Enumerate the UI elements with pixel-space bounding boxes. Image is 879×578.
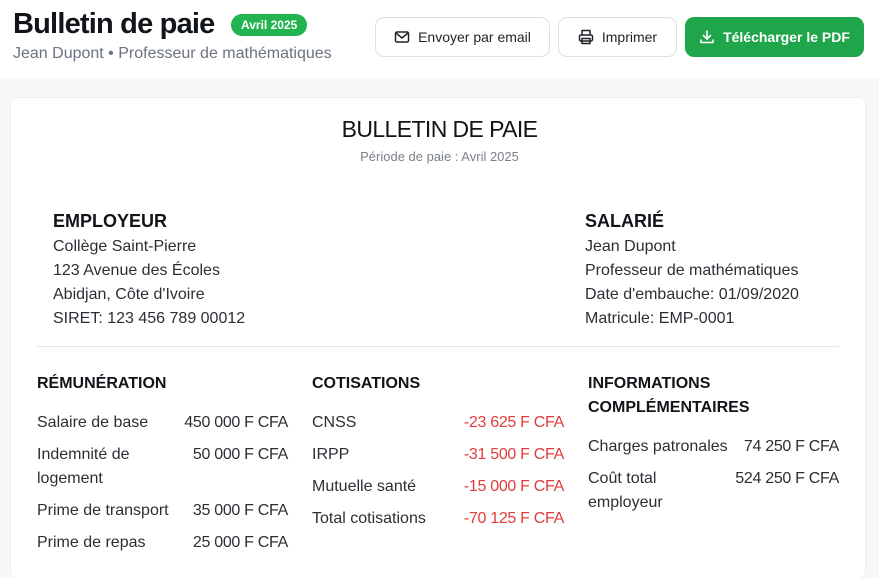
employee-section: SALARIÉ Jean Dupont Professeur de mathém…: [585, 209, 799, 331]
row-label: Salaire de base: [37, 414, 149, 431]
cotisation-row: Total cotisations -70 125 F CFA: [312, 507, 564, 531]
info-row: Charges patronales 74 250 F CFA: [588, 435, 839, 459]
row-value: 450 000 F CFA: [184, 414, 288, 431]
cotisation-row: CNSS -23 625 F CFA: [312, 411, 564, 435]
row-label: Prime de transport: [37, 502, 169, 519]
page-subtitle: Jean Dupont • Professeur de mathématique…: [13, 45, 332, 62]
employer-siret: SIRET: 123 456 789 00012: [53, 310, 246, 327]
remuneration-heading: RÉMUNÉRATION: [37, 375, 167, 392]
remuneration-row: Prime de repas 25 000 F CFA: [37, 531, 288, 555]
download-icon: [699, 29, 715, 45]
row-value: -15 000 F CFA: [463, 478, 564, 495]
employer-heading: EMPLOYEUR: [53, 211, 168, 231]
employee-hire-date: Date d'embauche: 01/09/2020: [585, 286, 799, 303]
employee-id: Matricule: EMP-0001: [585, 310, 735, 327]
remuneration-section: RÉMUNÉRATION: [37, 372, 288, 396]
employee-heading: SALARIÉ: [585, 211, 665, 231]
send-email-label: Envoyer par email: [418, 29, 531, 45]
print-button[interactable]: Imprimer: [558, 17, 677, 57]
employer-name: Collège Saint-Pierre: [53, 238, 197, 255]
remuneration-row: Salaire de base 450 000 F CFA: [37, 411, 288, 435]
cotisations-heading: COTISATIONS: [312, 375, 421, 392]
cotisations-section: COTISATIONS: [312, 372, 564, 396]
row-label: Indemnité de logement: [37, 446, 130, 487]
section-divider: [37, 346, 839, 347]
row-value: 25 000 F CFA: [192, 534, 288, 551]
employer-section: EMPLOYEUR Collège Saint-Pierre 123 Avenu…: [53, 209, 245, 331]
remuneration-row: Prime de transport 35 000 F CFA: [37, 499, 288, 523]
pay-period: Période de paie : Avril 2025: [360, 149, 519, 164]
row-label: Mutuelle santé: [312, 478, 417, 495]
employer-address: 123 Avenue des Écoles: [53, 262, 220, 279]
row-value: 524 250 F CFA: [735, 470, 839, 487]
row-value: -70 125 F CFA: [463, 510, 564, 527]
row-label: Total cotisations: [312, 510, 426, 527]
cotisation-row: IRPP -31 500 F CFA: [312, 443, 564, 467]
row-label: Prime de repas: [37, 534, 146, 551]
row-value: 74 250 F CFA: [743, 438, 839, 455]
download-pdf-button[interactable]: Télécharger le PDF: [685, 17, 864, 57]
additional-info-section: INFORMATIONS COMPLÉMENTAIRES: [588, 372, 788, 420]
employer-city: Abidjan, Côte d'Ivoire: [53, 286, 205, 303]
row-value: -31 500 F CFA: [463, 446, 564, 463]
cotisation-row: Mutuelle santé -15 000 F CFA: [312, 475, 564, 499]
remuneration-row: Indemnité de logement 50 000 F CFA: [37, 443, 288, 491]
period-badge: Avril 2025: [231, 14, 308, 36]
row-label: Coût total employeur: [588, 470, 663, 511]
employee-name: Jean Dupont: [585, 238, 676, 255]
download-pdf-label: Télécharger le PDF: [723, 29, 850, 45]
row-label: IRPP: [312, 446, 350, 463]
row-value: -23 625 F CFA: [463, 414, 564, 431]
send-email-button[interactable]: Envoyer par email: [375, 17, 550, 57]
row-label: Charges patronales: [588, 438, 728, 455]
document-title: BULLETIN DE PAIE: [341, 116, 538, 142]
additional-info-heading: INFORMATIONS COMPLÉMENTAIRES: [588, 375, 750, 416]
row-label: CNSS: [312, 414, 357, 431]
row-value: 35 000 F CFA: [192, 502, 288, 519]
info-row: Coût total employeur 524 250 F CFA: [588, 467, 839, 515]
employee-position: Professeur de mathématiques: [585, 262, 799, 279]
printer-icon: [578, 29, 594, 45]
print-label: Imprimer: [601, 29, 658, 45]
mail-icon: [394, 29, 410, 45]
page-title: Bulletin de paie: [13, 8, 215, 40]
row-value: 50 000 F CFA: [192, 446, 288, 463]
